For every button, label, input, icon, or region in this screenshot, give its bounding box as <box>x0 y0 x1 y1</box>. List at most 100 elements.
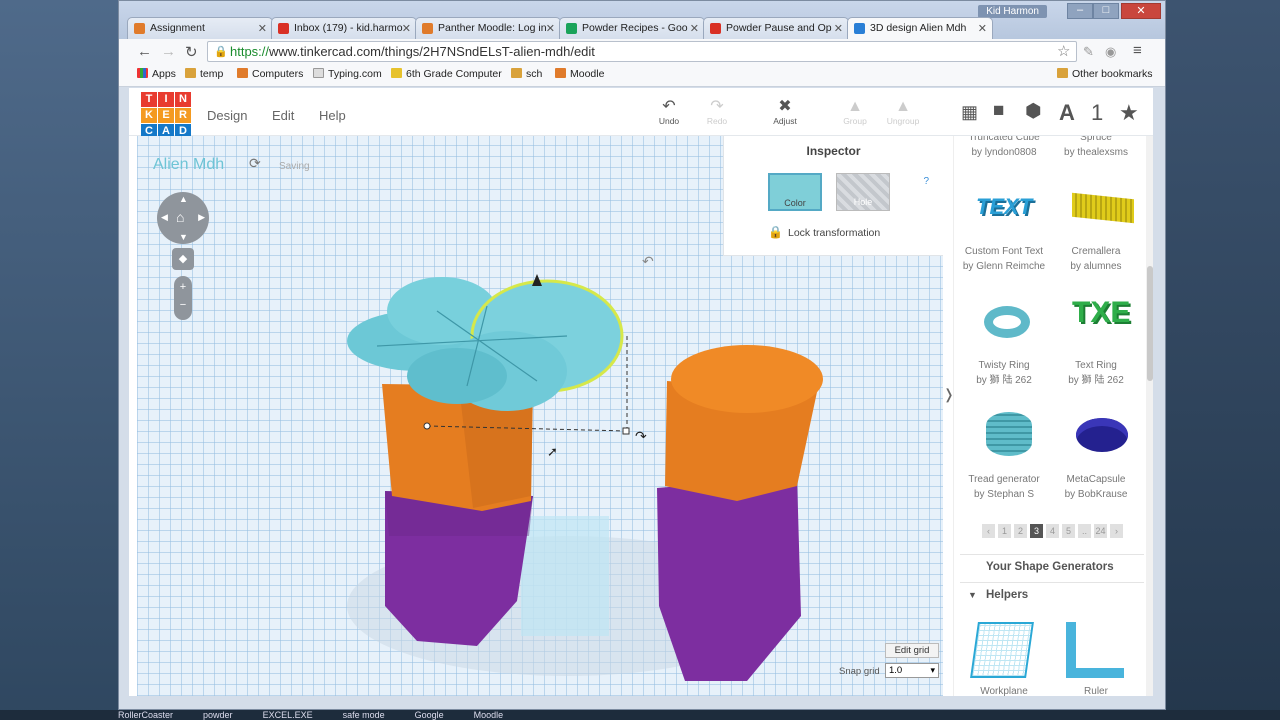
taskbar-item[interactable]: powder <box>203 710 233 720</box>
tab-moodle[interactable]: Panther Moodle: Log in ✕ <box>415 17 561 39</box>
taskbar-item[interactable]: Moodle <box>474 710 504 720</box>
shape-card-ruler[interactable]: Ruler <box>1046 684 1146 696</box>
workplane-helper-thumbnail[interactable] <box>970 622 1034 678</box>
panel-scrollbar[interactable] <box>1146 136 1153 696</box>
page-next-button[interactable]: › <box>1110 524 1123 538</box>
twisty-ring-thumbnail[interactable] <box>984 306 1030 338</box>
tab-title: Assignment <box>150 22 205 34</box>
edit-grid-button[interactable]: Edit grid <box>885 643 939 658</box>
tab-tinkercad[interactable]: 3D design Alien Mdh ✕ <box>847 17 993 39</box>
close-window-button[interactable]: ✕ <box>1121 3 1161 19</box>
close-tab-icon[interactable]: ✕ <box>402 22 411 35</box>
metacapsule-thumbnail[interactable] <box>1076 418 1128 452</box>
help-icon[interactable]: ? <box>923 176 929 187</box>
browser-toolbar: ← → ↻ 🔒 https://www.tinkercad.com/things… <box>119 39 1165 63</box>
bookmark-temp[interactable]: temp <box>185 68 223 80</box>
tab-powder-pause[interactable]: Powder Pause and Op ✕ <box>703 17 849 39</box>
shape-card-tread-generator[interactable]: Tread generator by Stephan S <box>954 472 1054 502</box>
custom-font-text-thumbnail[interactable]: TEXT <box>976 194 1032 220</box>
symbols-star-icon[interactable]: ★ <box>1119 100 1139 126</box>
rotate-top-handle-icon[interactable]: ↶ <box>642 253 654 269</box>
close-tab-icon[interactable]: ✕ <box>690 22 699 35</box>
menu-design[interactable]: Design <box>207 108 247 123</box>
workplane-grid-icon[interactable]: ▦ <box>961 102 978 123</box>
page-prev-button[interactable]: ‹ <box>982 524 995 538</box>
tab-inbox[interactable]: Inbox (179) - kid.harmo ✕ <box>271 17 417 39</box>
shape-card-custom-font-text[interactable]: Custom Font Text by Glenn Reimche <box>954 244 1054 274</box>
lock-transformation-label[interactable]: Lock transformation <box>788 227 880 239</box>
ungroup-button[interactable]: ▲ Ungroup <box>883 98 923 126</box>
tinkercad-logo[interactable]: TIN KER CAD <box>141 92 191 139</box>
reload-icon[interactable]: ↻ <box>185 43 198 61</box>
scale-handle[interactable] <box>423 422 431 430</box>
maximize-button[interactable]: □ <box>1093 3 1119 19</box>
back-arrow-icon[interactable]: ← <box>137 43 152 60</box>
page-button[interactable]: 5 <box>1062 524 1075 538</box>
shape-card-spruce[interactable]: Spruce by thealexsms <box>1046 136 1146 160</box>
taskbar-item[interactable]: Google <box>415 710 444 720</box>
page-button[interactable]: 2 <box>1014 524 1027 538</box>
tread-generator-thumbnail[interactable] <box>986 412 1032 456</box>
bookmark-typing[interactable]: Typing.com <box>313 68 382 80</box>
page-button-current[interactable]: 3 <box>1030 524 1043 538</box>
tab-powder-recipes[interactable]: Powder Recipes - Goo ✕ <box>559 17 705 39</box>
group-button[interactable]: ▲ Group <box>835 98 875 126</box>
basic-shapes-cube-icon[interactable]: ■ <box>993 100 1004 122</box>
address-bar[interactable]: 🔒 https://www.tinkercad.com/things/2H7NS… <box>207 41 1077 62</box>
cremallera-thumbnail[interactable] <box>1072 192 1134 224</box>
bookmark-apps[interactable]: Apps <box>137 68 176 80</box>
close-tab-icon[interactable]: ✕ <box>258 22 267 35</box>
extension-icon[interactable]: ◉ <box>1105 44 1116 60</box>
shape-card-metacapsule[interactable]: MetaCapsule by BobKrause <box>1046 472 1146 502</box>
taskbar-item[interactable]: EXCEL.EXE <box>263 710 313 720</box>
forward-arrow-icon[interactable]: → <box>161 43 176 60</box>
shape-generators-icon[interactable]: ⬢ <box>1025 100 1042 123</box>
page-button[interactable]: 24 <box>1094 524 1107 538</box>
menu-icon[interactable]: ≡ <box>1133 42 1142 59</box>
page-button[interactable]: 1 <box>998 524 1011 538</box>
bookmark-moodle[interactable]: Moodle <box>555 68 604 80</box>
shape-card-text-ring[interactable]: Text Ring by 獅 陆 262 <box>1046 358 1146 388</box>
menu-edit[interactable]: Edit <box>272 108 294 123</box>
scrollbar-thumb[interactable] <box>1147 266 1153 381</box>
rotate-handle-icon[interactable]: ↷ <box>635 428 647 444</box>
section-helpers[interactable]: ▼ Helpers <box>968 589 1028 601</box>
ruler-helper-thumbnail[interactable] <box>1066 622 1124 678</box>
undo-button[interactable]: ↶ Undo <box>649 98 689 126</box>
tab-assignment[interactable]: Assignment ✕ <box>127 17 273 39</box>
color-swatch[interactable]: Color <box>768 173 822 211</box>
bookmark-6th-grade[interactable]: 6th Grade Computer <box>391 68 502 80</box>
page-button[interactable]: 4 <box>1046 524 1059 538</box>
menu-help[interactable]: Help <box>319 108 346 123</box>
taskbar-item[interactable]: safe mode <box>343 710 385 720</box>
adjust-button[interactable]: ✖ Adjust <box>765 98 805 126</box>
shape-card-workplane[interactable]: Workplane <box>954 684 1054 696</box>
close-tab-icon[interactable]: ✕ <box>834 22 843 35</box>
bookmark-computers[interactable]: Computers <box>237 68 303 80</box>
shape-author: by 獅 陆 262 <box>1068 375 1124 386</box>
bookmark-other[interactable]: Other bookmarks <box>1057 68 1153 80</box>
minimize-button[interactable]: – <box>1067 3 1093 19</box>
taskbar-item[interactable]: RollerCoaster <box>0 710 173 720</box>
snap-grid-select[interactable]: 1.0 <box>885 663 939 678</box>
corner-handle[interactable] <box>622 427 630 435</box>
bookmark-sch[interactable]: sch <box>511 68 542 80</box>
shape-card-cremallera[interactable]: Cremallera by alumnes <box>1046 244 1146 274</box>
redo-button[interactable]: ↷ Redo <box>697 98 737 126</box>
lock-icon[interactable]: 🔒 <box>768 225 783 239</box>
close-tab-icon[interactable]: ✕ <box>978 22 987 35</box>
shape-card-truncated-cube[interactable]: Truncated Cube by lyndon0808 <box>954 136 1054 160</box>
text-ring-thumbnail[interactable]: TXE <box>1072 296 1130 330</box>
logo-tile: I <box>158 92 174 107</box>
extension-icon[interactable]: ✎ <box>1083 44 1094 60</box>
purple-boot-right[interactable] <box>657 476 801 681</box>
tinkercad-page: TIN KER CAD Design Edit Help ↶ Undo ↷ Redo… <box>129 88 1153 696</box>
shape-card-twisty-ring[interactable]: Twisty Ring by 獅 陆 262 <box>954 358 1054 388</box>
close-tab-icon[interactable]: ✕ <box>546 22 555 35</box>
redo-label: Redo <box>706 116 728 126</box>
letters-tab[interactable]: A <box>1059 100 1075 126</box>
section-shape-generators[interactable]: Your Shape Generators <box>968 561 1114 573</box>
numbers-tab[interactable]: 1 <box>1091 100 1103 126</box>
hole-swatch[interactable]: Hole <box>836 173 890 211</box>
bookmark-star-icon[interactable]: ☆ <box>1057 42 1070 60</box>
